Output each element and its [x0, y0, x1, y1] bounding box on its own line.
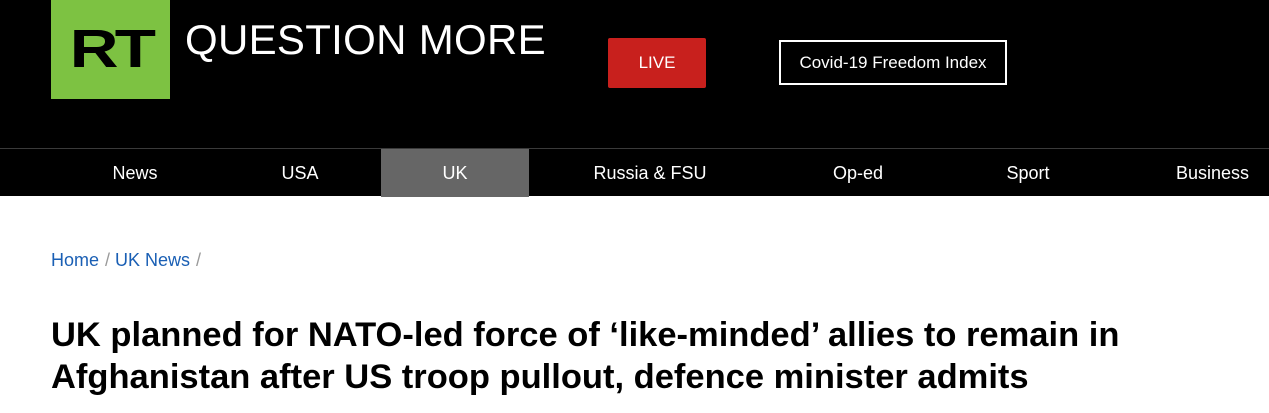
- live-button[interactable]: LIVE: [608, 38, 706, 88]
- breadcrumb-separator: /: [196, 249, 202, 270]
- nav-item-sport[interactable]: Sport: [978, 149, 1078, 197]
- breadcrumb-home[interactable]: Home: [51, 250, 99, 271]
- covid-freedom-index-button[interactable]: Covid-19 Freedom Index: [779, 40, 1007, 85]
- main-nav: News USA UK Russia & FSU Op-ed Sport Bus…: [0, 148, 1269, 197]
- breadcrumb-separator: /: [105, 249, 111, 270]
- site-header: RT QUESTION MORE LIVE Covid-19 Freedom I…: [0, 0, 1269, 148]
- nav-item-news[interactable]: News: [85, 149, 185, 197]
- nav-item-russia-fsu[interactable]: Russia & FSU: [575, 149, 725, 197]
- rt-logo[interactable]: RT: [51, 0, 170, 99]
- article-headline: UK planned for NATO-led force of ‘like-m…: [51, 316, 1120, 396]
- logo-text: RT: [69, 18, 155, 79]
- breadcrumb: Home / UK News /: [51, 248, 206, 272]
- nav-item-business[interactable]: Business: [1160, 149, 1265, 197]
- site-tagline: QUESTION MORE: [185, 16, 546, 63]
- breadcrumb-uk-news[interactable]: UK News: [115, 250, 190, 271]
- nav-item-usa[interactable]: USA: [250, 149, 350, 197]
- nav-item-uk[interactable]: UK: [381, 149, 529, 197]
- nav-item-op-ed[interactable]: Op-ed: [808, 149, 908, 197]
